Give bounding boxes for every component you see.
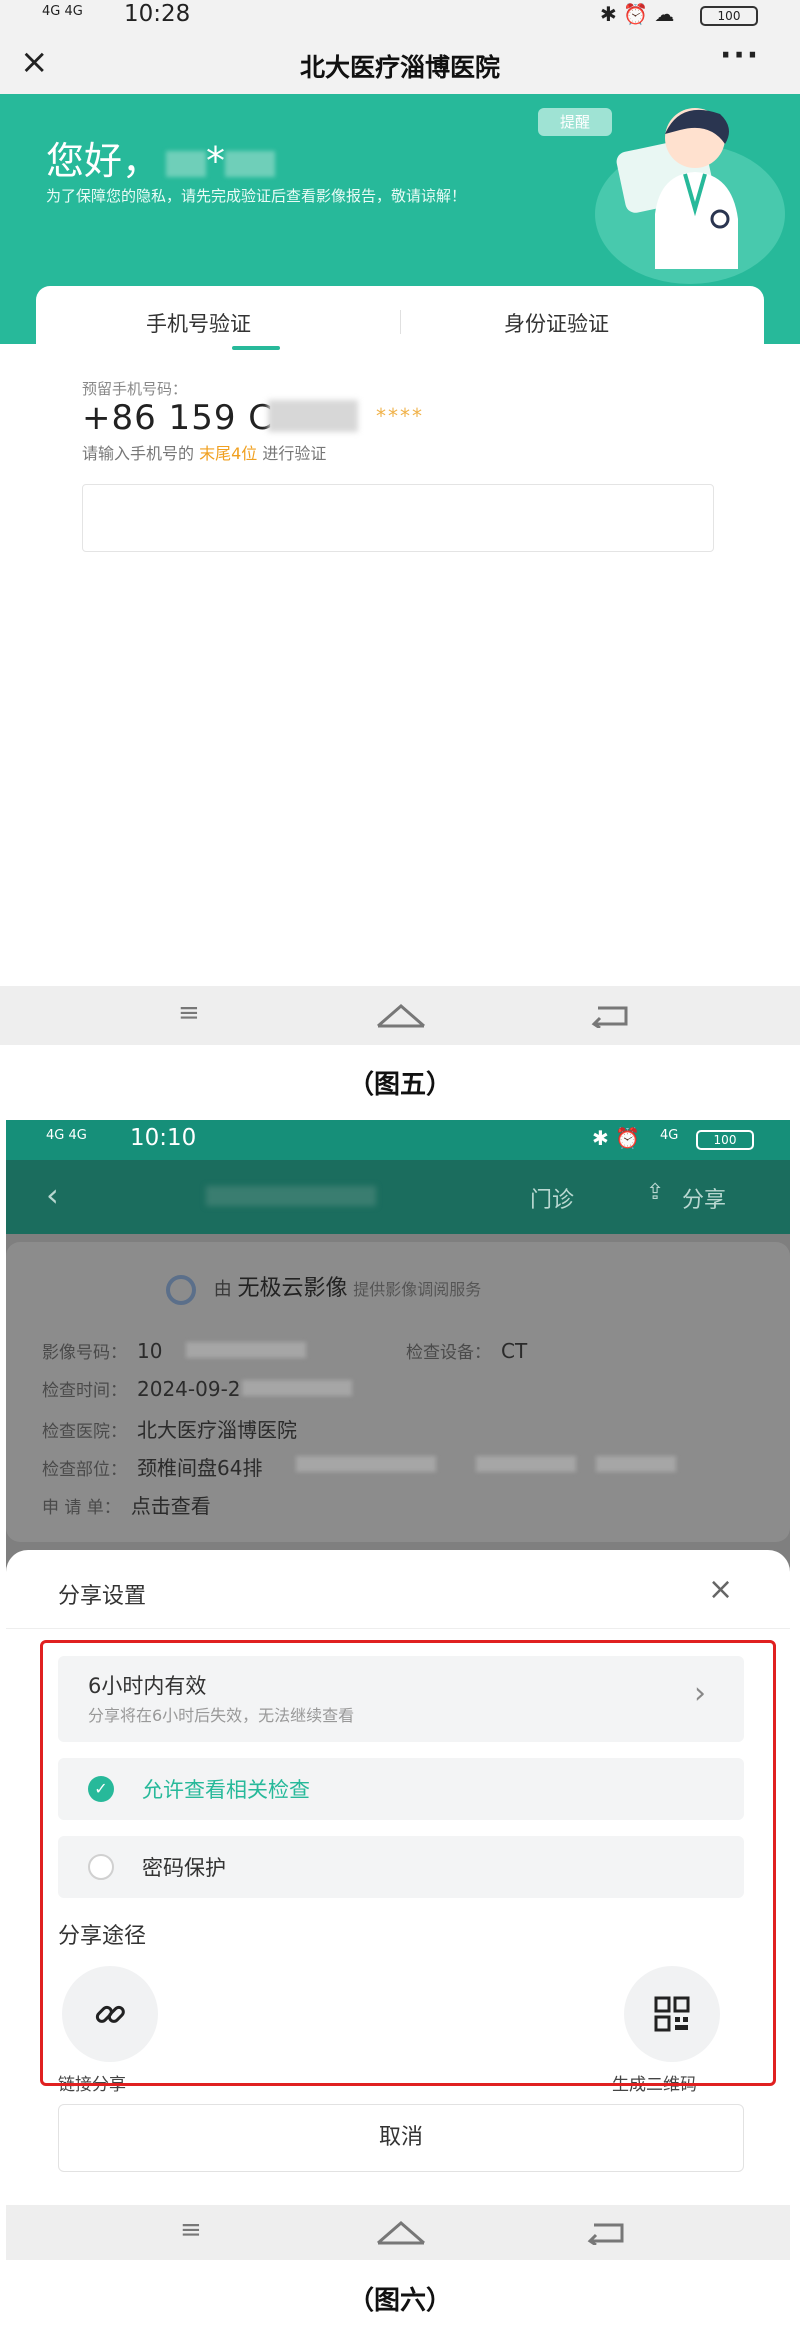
sheet-close-icon[interactable]: × [708, 1572, 733, 1607]
status-bar: 4G 4G 10:10 ✱ ⏰ 4G 100 [6, 1120, 790, 1160]
last-digits-input[interactable] [82, 484, 714, 552]
home-icon[interactable] [374, 1002, 428, 1030]
phone-mask [268, 400, 358, 432]
menu-icon[interactable]: ≡ [180, 2215, 202, 2245]
back-arrow-icon[interactable]: ‹ [46, 1176, 59, 1214]
screenshot-6: 4G 4G 10:10 ✱ ⏰ 4G 100 ‹ 门诊 ⇪ 分享 由 无极云影像… [6, 1120, 790, 2260]
menu-icon[interactable]: ≡ [178, 998, 200, 1028]
provider-logo-icon [166, 1275, 196, 1305]
battery-icon: 100 [700, 6, 758, 26]
verify-tabs: 手机号验证 身份证验证 [36, 286, 764, 358]
share-icon[interactable]: ⇪ [646, 1180, 664, 1205]
exam-part-row: 检查部位： 颈椎间盘64排 [42, 1456, 263, 1480]
status-time: 10:28 [124, 1, 191, 27]
image-number-row: 影像号码： 10 [42, 1339, 163, 1363]
clinic-label: 门诊 [530, 1188, 575, 1213]
active-tab-indicator [232, 346, 280, 350]
greeting-text: 您好， * [46, 130, 276, 185]
status-icons: ✱ ⏰ ☁ [600, 2, 675, 26]
request-form-row: 申 请 单： 点击查看 [42, 1494, 211, 1518]
status-bar: 4G 4G 10:28 ✱ ⏰ ☁ 100 [0, 0, 800, 34]
signal-indicator: 4G [660, 1128, 679, 1143]
phone-number: +86 159 C [82, 398, 274, 438]
divider [6, 1628, 790, 1629]
privacy-notice: 为了保障您的隐私，请先完成验证后查看影像报告，敬请谅解！ [46, 187, 467, 205]
status-icons: ✱ ⏰ [592, 1126, 641, 1150]
cancel-button[interactable]: 取消 [58, 2104, 744, 2172]
phone-hint-highlight: 末尾4位 [199, 444, 258, 463]
provider-line: 由 无极云影像 提供影像调阅服务 [166, 1270, 481, 1305]
patient-name-masked [206, 1186, 376, 1206]
doctor-illustration [595, 108, 785, 284]
page-title: 北大医疗淄博医院 [299, 53, 500, 82]
home-icon[interactable] [374, 2219, 428, 2247]
tab-phone-verify[interactable]: 手机号验证 [146, 308, 251, 338]
caption-figure-5: （图五） [347, 1070, 452, 1100]
network-indicator: 4G 4G [46, 1128, 87, 1143]
back-icon[interactable] [590, 1004, 630, 1028]
phone-label: 预留手机号码： [82, 380, 188, 398]
header-bar: ‹ 门诊 ⇪ 分享 [6, 1160, 790, 1234]
device-row: 检查设备： CT [406, 1339, 528, 1363]
sheet-title: 分享设置 [58, 1584, 147, 1609]
status-time: 10:10 [130, 1125, 197, 1151]
system-nav-bar: ≡ [6, 2205, 790, 2260]
tab-divider [400, 310, 401, 334]
caption-figure-6: （图六） [347, 2286, 452, 2316]
hospital-row: 检查医院： 北大医疗淄博医院 [42, 1418, 297, 1442]
exam-info-card: 由 无极云影像 提供影像调阅服务 影像号码： 10 检查设备： CT 检查时间： 20… [6, 1242, 790, 1542]
share-label[interactable]: 分享 [682, 1182, 726, 1214]
screenshot-5: 4G 4G 10:28 ✱ ⏰ ☁ 100 × 北大医疗淄博医院 ··· 您好，… [0, 0, 800, 1045]
back-icon[interactable] [586, 2221, 626, 2245]
more-icon[interactable]: ··· [720, 38, 760, 73]
network-indicator: 4G 4G [42, 4, 83, 19]
nav-bar: × 北大医疗淄博医院 ··· [0, 34, 800, 94]
phone-stars: **** [376, 404, 424, 428]
exam-time-row: 检查时间： 2024-09-2 [42, 1377, 241, 1401]
tab-id-verify[interactable]: 身份证验证 [504, 308, 609, 338]
phone-hint: 请输入手机号的 末尾4位 进行验证 [82, 444, 327, 463]
system-nav-bar: ≡ [0, 986, 800, 1045]
highlight-frame [40, 1640, 776, 2086]
battery-icon: 100 [696, 1130, 754, 1150]
